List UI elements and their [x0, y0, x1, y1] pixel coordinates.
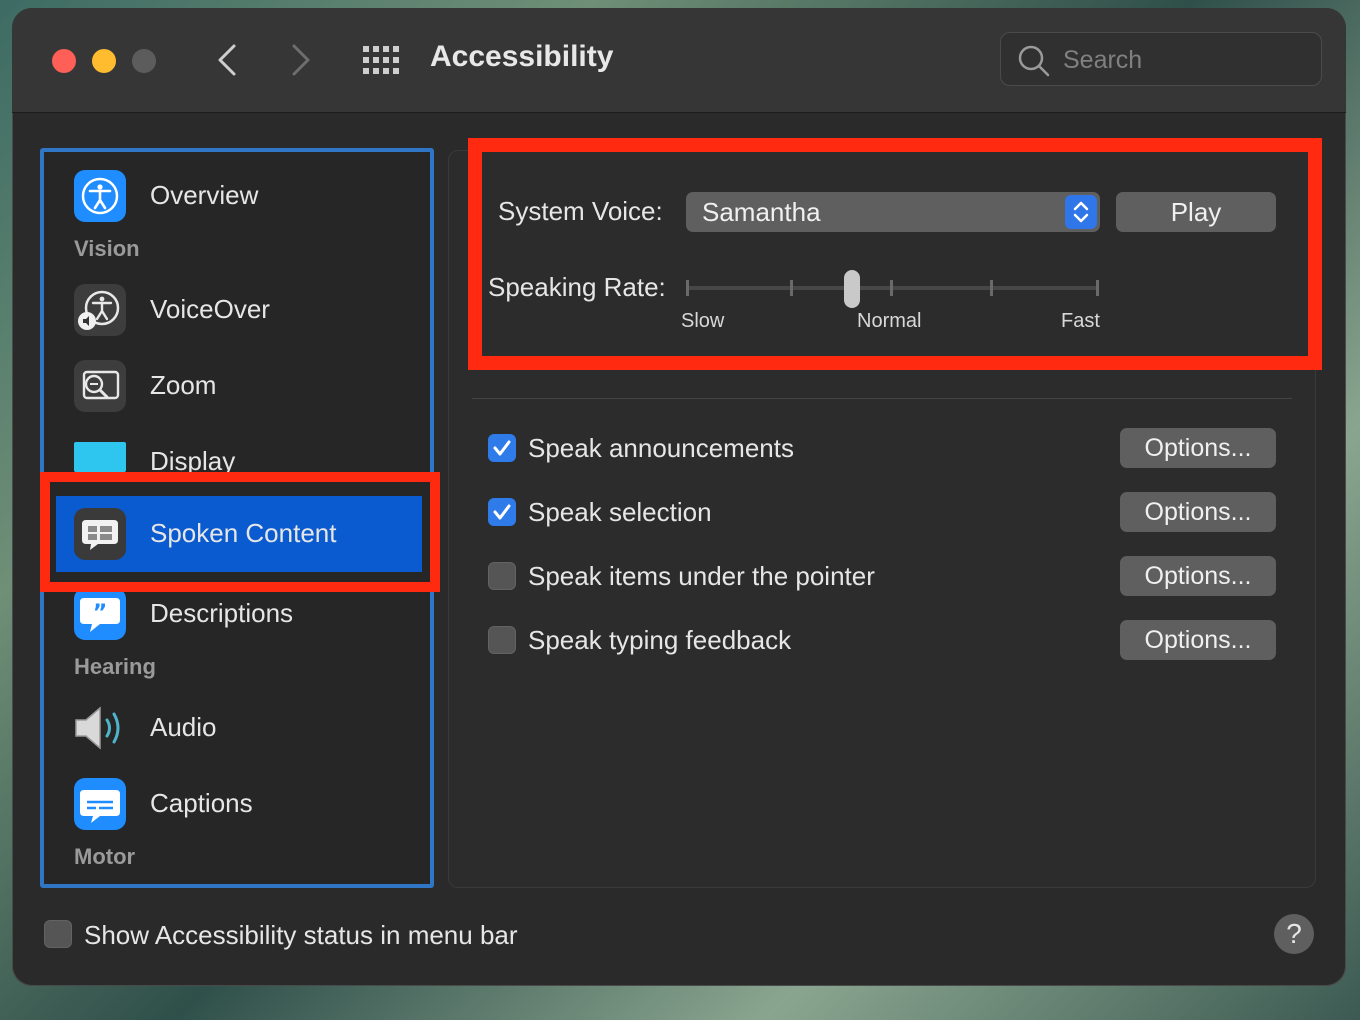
show-all-button[interactable] [362, 45, 400, 75]
option-label: Speak typing feedback [528, 625, 792, 655]
play-button[interactable]: Play [1116, 192, 1276, 232]
options-button[interactable]: Options... [1120, 620, 1276, 660]
checkmark-icon [493, 440, 511, 456]
section-divider [472, 398, 1292, 399]
slider-tick [1096, 280, 1099, 296]
sidebar-item-label: Captions [150, 788, 253, 818]
slider-tick [890, 280, 893, 296]
speak-items-under-pointer-checkbox[interactable] [488, 562, 516, 590]
chevron-up-down-icon [1073, 201, 1089, 223]
slider-tick [790, 280, 793, 296]
voiceover-icon [74, 284, 126, 336]
minimize-button[interactable] [92, 49, 116, 73]
option-row-speak-selection: Speak selection Options... [488, 492, 1278, 534]
sidebar-item-label: VoiceOver [150, 294, 270, 324]
rate-tick-slow: Slow [681, 310, 725, 332]
window-title: Accessibility [430, 40, 614, 73]
slider-track [688, 286, 1098, 290]
sidebar-item-label: Zoom [150, 370, 217, 400]
options-button[interactable]: Options... [1120, 428, 1276, 468]
quote-bubble-icon: ” [74, 588, 126, 640]
search-field[interactable] [1000, 32, 1322, 86]
sidebar-item-overview[interactable]: Overview [74, 166, 414, 226]
options-button[interactable]: Options... [1120, 492, 1276, 532]
sidebar-item-zoom[interactable]: Zoom [74, 356, 414, 416]
captions-icon [74, 778, 126, 830]
sidebar-item-label: Descriptions [150, 598, 294, 628]
slider-thumb[interactable] [844, 270, 860, 308]
system-voice-value: Samantha [702, 197, 821, 227]
sidebar-item-audio[interactable]: Audio [74, 698, 414, 758]
speaker-icon [75, 706, 120, 750]
preferences-window: Accessibility Overview Vision [12, 8, 1346, 986]
popup-stepper [1065, 195, 1097, 229]
back-button[interactable] [212, 42, 242, 78]
sidebar-item-captions[interactable]: Captions [74, 774, 414, 834]
option-row-speak-items-under-pointer: Speak items under the pointer Options... [488, 556, 1278, 598]
sidebar-item-descriptions[interactable]: ” Descriptions [74, 584, 414, 644]
checkmark-icon [493, 504, 511, 520]
accessibility-icon [74, 170, 126, 222]
help-button[interactable]: ? [1274, 914, 1314, 954]
zoom-button[interactable] [132, 49, 156, 73]
options-button[interactable]: Options... [1120, 556, 1276, 596]
voice-settings-highlight-annotation [468, 138, 1322, 370]
search-input[interactable] [1061, 42, 1305, 78]
zoom-icon [74, 360, 126, 412]
slider-tick [686, 280, 689, 296]
speaking-rate-label: Speaking Rate: [488, 272, 666, 302]
section-header-motor: Motor [74, 844, 136, 869]
rate-tick-normal: Normal [857, 310, 922, 332]
option-row-speak-announcements: Speak announcements Options... [488, 428, 1278, 470]
system-voice-label: System Voice: [498, 196, 663, 226]
option-label: Speak announcements [528, 433, 794, 463]
forward-button[interactable] [286, 42, 316, 78]
chevron-left-icon [218, 44, 236, 76]
show-status-checkbox[interactable] [44, 920, 72, 948]
option-label: Speak items under the pointer [528, 561, 875, 591]
search-icon [1018, 45, 1050, 77]
option-row-speak-typing-feedback: Speak typing feedback Options... [488, 620, 1278, 662]
show-status-label: Show Accessibility status in menu bar [84, 920, 518, 950]
close-button[interactable] [52, 49, 76, 73]
title-bar: Accessibility [12, 8, 1346, 113]
rate-tick-fast: Fast [1061, 310, 1100, 332]
slider-tick [990, 280, 993, 296]
sidebar-highlight-annotation [40, 472, 440, 592]
sidebar-item-label: Overview [150, 180, 259, 210]
chevron-right-icon [292, 44, 310, 76]
system-voice-select[interactable]: Samantha [686, 192, 1100, 232]
speak-selection-checkbox[interactable] [488, 498, 516, 526]
section-header-vision: Vision [74, 236, 140, 261]
section-header-hearing: Hearing [74, 654, 156, 679]
grid-icon [363, 46, 399, 74]
speak-announcements-checkbox[interactable] [488, 434, 516, 462]
option-label: Speak selection [528, 497, 712, 527]
speak-typing-feedback-checkbox[interactable] [488, 626, 516, 654]
sidebar-item-label: Audio [150, 712, 217, 742]
sidebar-item-voiceover[interactable]: VoiceOver [74, 280, 414, 340]
svg-text:”: ” [93, 601, 107, 626]
